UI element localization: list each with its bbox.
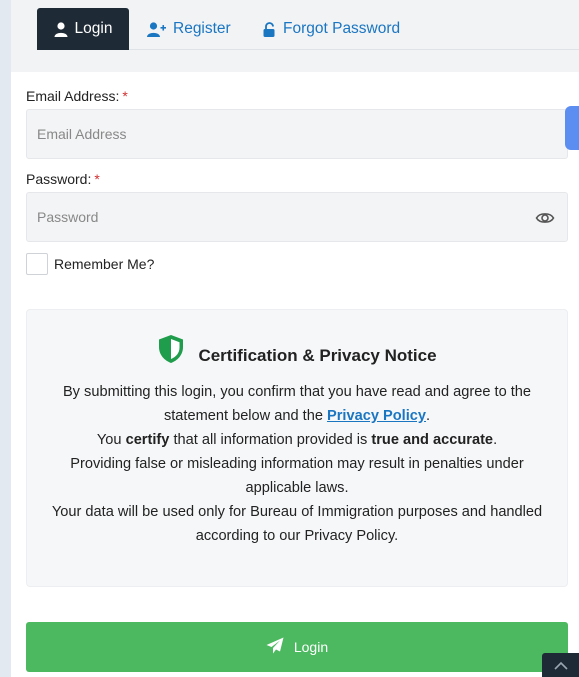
remember-me-label[interactable]: Remember Me?: [54, 256, 154, 272]
notice-line-3: Providing false or misleading informatio…: [70, 456, 524, 496]
notice-body: By submitting this login, you confirm th…: [27, 380, 567, 548]
password-field[interactable]: [27, 193, 567, 241]
side-tab[interactable]: [565, 106, 579, 150]
email-label: Email Address: *: [26, 88, 128, 104]
password-label-text: Password:: [26, 171, 92, 187]
tab-forgot-password[interactable]: Forgot Password: [263, 8, 400, 50]
unlock-icon: [263, 21, 276, 37]
chevron-up-icon: [553, 657, 568, 675]
tab-login[interactable]: Login: [37, 8, 129, 50]
user-plus-icon: [147, 21, 166, 37]
scroll-top-button[interactable]: [542, 653, 579, 677]
privacy-policy-link[interactable]: Privacy Policy: [327, 408, 426, 424]
paper-plane-icon: [266, 637, 284, 657]
notice-line-2-pre: You: [96, 432, 122, 448]
password-label: Password: *: [26, 171, 100, 187]
notice-line-2-end: .: [493, 432, 498, 448]
required-asterisk: *: [122, 88, 128, 104]
user-icon: [54, 21, 68, 37]
tab-register[interactable]: Register: [147, 8, 231, 50]
notice-header: Certification & Privacy Notice: [27, 334, 567, 369]
login-button-label: Login: [293, 639, 329, 655]
shield-icon: [157, 334, 185, 369]
required-asterisk: *: [94, 171, 100, 187]
email-label-text: Email Address:: [26, 88, 120, 104]
notice-line-1: By submitting this login, you confirm th…: [62, 384, 532, 424]
remember-me-checkbox[interactable]: [26, 253, 48, 275]
notice-line-2-mid: that all information provided is: [173, 432, 368, 448]
tab-forgot-label: Forgot Password: [283, 20, 401, 37]
remember-me-row: Remember Me?: [26, 253, 154, 275]
eye-icon[interactable]: [535, 208, 555, 228]
notice-line-1-end: .: [426, 408, 431, 424]
notice-title: Certification & Privacy Notice: [198, 345, 437, 365]
email-field-wrap: [26, 109, 568, 159]
notice-certify: certify: [125, 432, 170, 448]
tab-bar: Login Register Forgot Password: [11, 0, 579, 72]
tab-register-label: Register: [173, 20, 231, 37]
notice-line-4: Your data will be used only for Bureau o…: [51, 504, 543, 544]
password-field-wrap: [26, 192, 568, 242]
left-edge-strip: [0, 0, 11, 677]
notice-true-accurate: true and accurate: [371, 432, 494, 448]
privacy-notice: Certification & Privacy Notice By submit…: [26, 309, 568, 587]
tab-login-label: Login: [74, 20, 113, 37]
email-field[interactable]: [27, 110, 567, 158]
login-button[interactable]: Login: [26, 622, 568, 672]
